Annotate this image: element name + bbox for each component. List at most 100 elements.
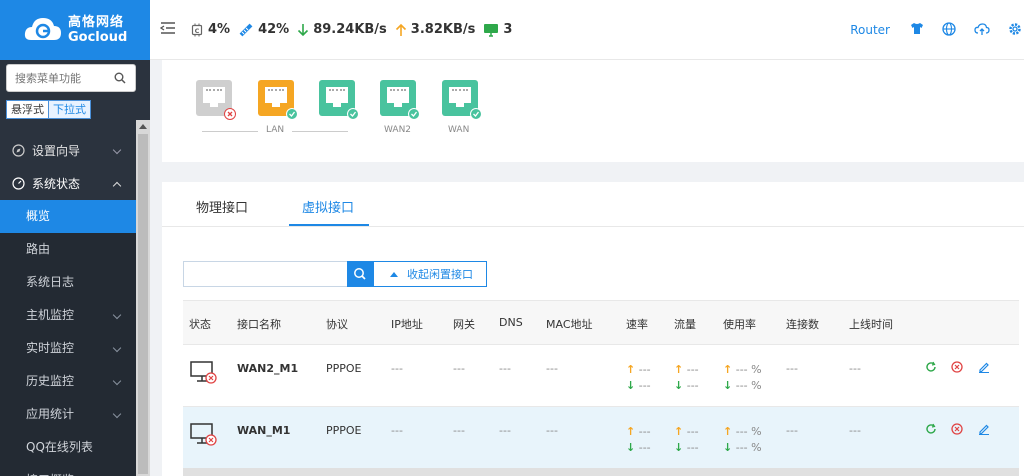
interface-online-time: --- (849, 362, 861, 375)
collapse-idle-interfaces-button[interactable]: 收起闲置接口 (373, 261, 487, 287)
floating-mode-button[interactable]: 悬浮式 (6, 100, 49, 119)
chevron-down-icon (112, 145, 122, 155)
arrow-down-icon: ↓ (626, 379, 636, 392)
brand-en: Gocloud (68, 30, 128, 45)
top-bar: C 4% 42% 89.24KB/s 3.82KB/s 3 Router (150, 0, 1024, 60)
interface-name: WAN_M1 (237, 424, 291, 437)
col-protocol: 协议 (326, 318, 348, 331)
memory-icon (239, 23, 253, 36)
menu-search-input[interactable] (7, 65, 107, 91)
sidebar-item-history-monitor[interactable]: 历史监控 (0, 365, 136, 398)
lan-port-2[interactable] (258, 80, 298, 120)
usage-up: ↑ --- % (723, 363, 762, 376)
check-status-icon (286, 108, 298, 120)
edit-icon[interactable] (978, 361, 990, 376)
sidebar-item-system-log[interactable]: 系统日志 (0, 266, 136, 299)
arrow-down-icon: ↓ (723, 441, 733, 454)
filter-search-button[interactable] (347, 261, 373, 287)
lan-port-3[interactable] (319, 80, 359, 120)
scrollbar-thumb[interactable] (138, 134, 148, 474)
interface-gateway: --- (453, 424, 465, 437)
sidebar-item-realtime-monitor[interactable]: 实时监控 (0, 332, 136, 365)
sidebar-item-app-stats[interactable]: 应用统计 (0, 398, 136, 431)
col-online-time: 上线时间 (849, 318, 893, 331)
interface-tabs: 物理接口 虚拟接口 (162, 182, 1024, 227)
cpu-stat: C 4% (190, 22, 230, 37)
col-traffic: 流量 (674, 318, 696, 331)
rate-down: ↓ --- (626, 441, 651, 454)
sidebar-item-label: 应用统计 (26, 407, 75, 421)
interface-connections: --- (786, 424, 798, 437)
col-usage: 使用率 (723, 318, 756, 331)
rate-down: ↓ --- (626, 379, 651, 392)
sidebar-item-routing[interactable]: 路由 (0, 233, 136, 266)
logo[interactable]: 高恪网络 Gocloud (0, 0, 150, 60)
lan-divider-right (292, 131, 348, 132)
table-row[interactable]: WAN2_M1 PPPOE --- --- --- --- ↑ --- ↓ --… (183, 344, 1019, 406)
download-stat: 89.24KB/s (297, 22, 387, 37)
error-status-icon (224, 108, 236, 120)
chevron-down-icon (112, 376, 122, 386)
sidebar-scrollbar[interactable] (136, 120, 150, 476)
sidebar-item-system-status[interactable]: 系统状态 (0, 167, 136, 200)
chevron-down-icon (112, 343, 122, 353)
table-horizontal-scrollbar[interactable] (183, 468, 1019, 476)
collapse-menu-icon[interactable] (159, 21, 176, 38)
search-icon[interactable] (114, 72, 126, 87)
brand-cn: 高恪网络 (68, 15, 125, 30)
edit-icon[interactable] (978, 423, 990, 438)
traffic-down: ↓ --- (674, 379, 699, 392)
sidebar-item-host-monitor[interactable]: 主机监控 (0, 299, 136, 332)
sidebar-item-label: 历史监控 (26, 374, 75, 388)
theme-shirt-icon[interactable] (910, 22, 924, 38)
refresh-icon[interactable] (925, 423, 937, 438)
usage-down: ↓ --- % (723, 379, 762, 392)
cloud-upload-icon[interactable] (974, 22, 990, 39)
sidebar-menu: 设置向导 系统状态 概览 路由 系统日志 主机监控 实时监控 历史监控 应用统计… (0, 134, 136, 476)
interface-dns: --- (499, 362, 511, 375)
interface-connections: --- (786, 362, 798, 375)
interface-filter-input[interactable] (183, 261, 347, 287)
usage-up: ↑ --- % (723, 425, 762, 438)
sidebar-item-interface-overview[interactable]: 接口概览 (0, 464, 136, 476)
router-link[interactable]: Router (850, 23, 890, 37)
rate-up: ↑ --- (626, 425, 651, 438)
wan-label: WAN (448, 125, 470, 135)
caret-up-icon (390, 271, 398, 277)
menu-search (6, 64, 136, 92)
monitor-icon (484, 23, 499, 37)
delete-icon[interactable] (951, 423, 963, 438)
tab-virtual-interfaces[interactable]: 虚拟接口 (302, 197, 354, 216)
wan2-port[interactable] (380, 80, 420, 120)
arrow-up-icon: ↑ (674, 363, 684, 376)
gear-icon[interactable] (1008, 22, 1022, 39)
lan-port-1[interactable] (196, 80, 236, 120)
interface-mac: --- (546, 362, 558, 375)
col-dns: DNS (499, 316, 523, 329)
sidebar-item-label: 实时监控 (26, 341, 75, 355)
sidebar-item-qq-online[interactable]: QQ在线列表 (0, 431, 136, 464)
table-row[interactable]: WAN_M1 PPPOE --- --- --- --- ↑ --- ↓ ---… (183, 406, 1019, 468)
refresh-icon[interactable] (925, 361, 937, 376)
wan-port[interactable] (442, 80, 482, 120)
clients-value: 3 (503, 22, 513, 37)
sidebar-item-overview[interactable]: 概览 (0, 200, 136, 233)
arrow-down-icon: ↓ (723, 379, 733, 392)
sidebar-item-setup-wizard[interactable]: 设置向导 (0, 134, 136, 167)
table-header: 状态 接口名称 协议 IP地址 网关 DNS MAC地址 速率 流量 使用率 连… (183, 300, 1019, 344)
globe-icon[interactable] (942, 21, 956, 39)
interface-dns: --- (499, 424, 511, 437)
upload-stat: 3.82KB/s (395, 22, 475, 37)
check-status-icon (347, 108, 359, 120)
traffic-up: ↑ --- (674, 425, 699, 438)
memory-value: 42% (258, 22, 290, 37)
dropdown-mode-button[interactable]: 下拉式 (49, 100, 91, 119)
traffic-down: ↓ --- (674, 441, 699, 454)
gocloud-logo-icon (22, 9, 64, 51)
sidebar-item-label: 主机监控 (26, 308, 75, 322)
check-status-icon (408, 108, 420, 120)
tab-physical-interfaces[interactable]: 物理接口 (196, 197, 248, 216)
chevron-up-icon (112, 181, 122, 191)
delete-icon[interactable] (951, 361, 963, 376)
scroll-up-icon[interactable] (139, 124, 147, 129)
